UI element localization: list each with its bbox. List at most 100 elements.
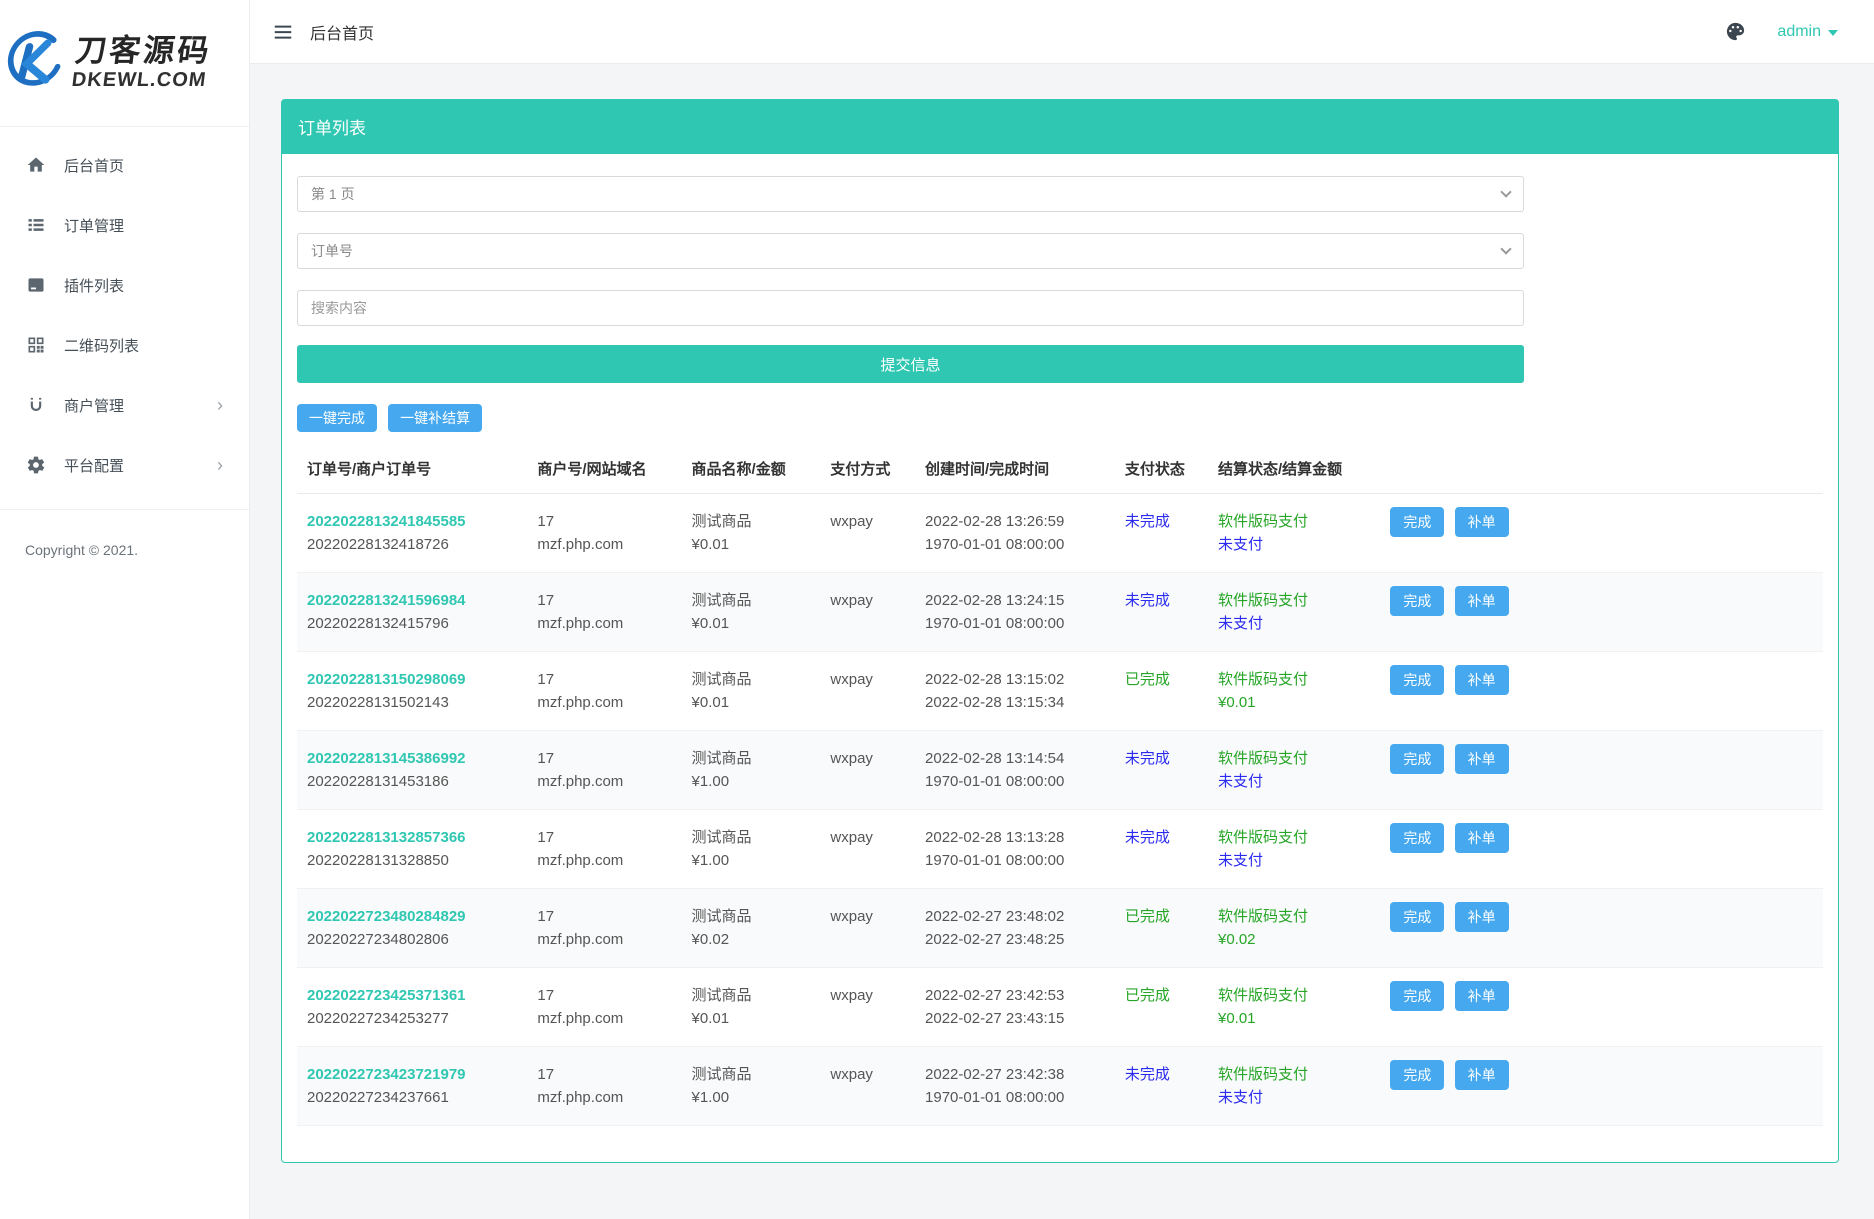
- bulk-complete-button[interactable]: 一键完成: [297, 404, 377, 432]
- pay-type: wxpay: [830, 510, 905, 533]
- sidebar-item-qrcode[interactable]: 二维码列表 ›: [0, 315, 249, 375]
- caret-down-icon: [1828, 30, 1838, 36]
- sidebar-item-label: 插件列表: [64, 275, 124, 296]
- sidebar-item-gear[interactable]: 平台配置 ›: [0, 435, 249, 495]
- merchant-id: 17: [537, 1063, 671, 1086]
- brand-subtitle: DKEWL.COM: [70, 68, 209, 92]
- order-number-link[interactable]: 2022022723423721979: [307, 1063, 466, 1086]
- settle-value: 未支付: [1218, 533, 1370, 556]
- site-domain: mzf.php.com: [537, 533, 671, 556]
- order-number-link[interactable]: 2022022813145386992: [307, 747, 466, 770]
- col-pay-status: 支付状态: [1115, 444, 1208, 494]
- product-amount: ¥0.02: [692, 928, 811, 951]
- resend-button[interactable]: 补单: [1455, 823, 1509, 853]
- pay-status: 已完成: [1125, 984, 1198, 1007]
- submit-button[interactable]: 提交信息: [297, 345, 1524, 383]
- merchant-id: 17: [537, 747, 671, 770]
- product-amount: ¥1.00: [692, 770, 811, 793]
- order-number-link[interactable]: 2022022813241596984: [307, 589, 466, 612]
- search-field-select[interactable]: 订单号: [297, 233, 1524, 269]
- product-name: 测试商品: [692, 905, 811, 928]
- order-number-link[interactable]: 2022022723480284829: [307, 905, 466, 928]
- order-number-link[interactable]: 2022022813150298069: [307, 668, 466, 691]
- bulk-resettle-button[interactable]: 一键补结算: [388, 404, 482, 432]
- orders-table: 订单号/商户订单号 商户号/网站域名 商品名称/金额 支付方式 创建时间/完成时…: [297, 444, 1823, 1126]
- product-amount: ¥0.01: [692, 691, 811, 714]
- created-time: 2022-02-27 23:42:53: [925, 984, 1105, 1007]
- col-product: 商品名称/金额: [682, 444, 821, 494]
- page-select[interactable]: 第 1 页: [297, 176, 1524, 212]
- merchant-order-number: 20220228131328850: [307, 849, 517, 872]
- created-time: 2022-02-28 13:15:02: [925, 668, 1105, 691]
- complete-button[interactable]: 完成: [1390, 507, 1444, 537]
- sidebar-item-order-list[interactable]: 订单管理 ›: [0, 195, 249, 255]
- created-time: 2022-02-28 13:26:59: [925, 510, 1105, 533]
- order-number-link[interactable]: 2022022723425371361: [307, 984, 466, 1007]
- sidebar-item-home[interactable]: 后台首页 ›: [0, 135, 249, 195]
- settle-method: 软件版码支付: [1218, 984, 1370, 1007]
- col-merchant: 商户号/网站域名: [527, 444, 681, 494]
- hamburger-icon[interactable]: [272, 21, 294, 43]
- merchant-order-number: 20220228132418726: [307, 533, 517, 556]
- created-time: 2022-02-27 23:42:38: [925, 1063, 1105, 1086]
- user-menu[interactable]: admin: [1777, 23, 1838, 41]
- complete-button[interactable]: 完成: [1390, 823, 1444, 853]
- username: admin: [1777, 23, 1821, 41]
- field-select-wrap: 订单号: [297, 233, 1524, 269]
- site-domain: mzf.php.com: [537, 770, 671, 793]
- settle-method: 软件版码支付: [1218, 826, 1370, 849]
- copyright-text: Copyright © 2021.: [0, 542, 249, 558]
- resend-button[interactable]: 补单: [1455, 744, 1509, 774]
- created-time: 2022-02-28 13:13:28: [925, 826, 1105, 849]
- resend-button[interactable]: 补单: [1455, 507, 1509, 537]
- gear-icon: [26, 455, 46, 475]
- merchant-order-number: 20220228131453186: [307, 770, 517, 793]
- merchant-id: 17: [537, 510, 671, 533]
- created-time: 2022-02-28 13:24:15: [925, 589, 1105, 612]
- settle-value: 未支付: [1218, 612, 1370, 635]
- order-number-link[interactable]: 2022022813132857366: [307, 826, 466, 849]
- table-row: 2022022813241845585 20220228132418726 17…: [297, 494, 1823, 573]
- resend-button[interactable]: 补单: [1455, 902, 1509, 932]
- completed-time: 2022-02-28 13:15:34: [925, 691, 1105, 714]
- bulk-actions: 一键完成 一键补结算: [297, 404, 1823, 432]
- table-row: 2022022723425371361 20220227234253277 17…: [297, 968, 1823, 1047]
- completed-time: 2022-02-27 23:43:15: [925, 1007, 1105, 1030]
- complete-button[interactable]: 完成: [1390, 744, 1444, 774]
- qrcode-icon: [26, 335, 46, 355]
- col-settle: 结算状态/结算金额: [1208, 444, 1380, 494]
- product-name: 测试商品: [692, 589, 811, 612]
- panel-title: 订单列表: [281, 99, 1839, 154]
- settle-method: 软件版码支付: [1218, 589, 1370, 612]
- logo: 刀客源码 DKEWL.COM: [0, 0, 249, 127]
- plugin-icon: [26, 275, 46, 295]
- palette-icon[interactable]: [1724, 20, 1747, 43]
- product-amount: ¥0.01: [692, 612, 811, 635]
- orders-table-body: 2022022813241845585 20220228132418726 17…: [297, 494, 1823, 1126]
- table-row: 2022022813132857366 20220228131328850 17…: [297, 810, 1823, 889]
- page-title: 后台首页: [310, 20, 374, 44]
- col-actions: [1380, 444, 1823, 494]
- pay-type: wxpay: [830, 826, 905, 849]
- order-number-link[interactable]: 2022022813241845585: [307, 510, 466, 533]
- resend-button[interactable]: 补单: [1455, 1060, 1509, 1090]
- table-row: 2022022723423721979 20220227234237661 17…: [297, 1047, 1823, 1126]
- complete-button[interactable]: 完成: [1390, 586, 1444, 616]
- complete-button[interactable]: 完成: [1390, 902, 1444, 932]
- sidebar-item-merchant[interactable]: 商户管理 ›: [0, 375, 249, 435]
- resend-button[interactable]: 补单: [1455, 586, 1509, 616]
- home-icon: [26, 155, 46, 175]
- chevron-right-icon: ›: [217, 456, 223, 474]
- settle-value: 未支付: [1218, 770, 1370, 793]
- settle-method: 软件版码支付: [1218, 747, 1370, 770]
- sidebar-item-plugin[interactable]: 插件列表 ›: [0, 255, 249, 315]
- sidebar-item-label: 平台配置: [64, 455, 124, 476]
- resend-button[interactable]: 补单: [1455, 665, 1509, 695]
- search-input[interactable]: [297, 290, 1524, 326]
- complete-button[interactable]: 完成: [1390, 665, 1444, 695]
- complete-button[interactable]: 完成: [1390, 1060, 1444, 1090]
- col-order-number: 订单号/商户订单号: [297, 444, 527, 494]
- product-name: 测试商品: [692, 826, 811, 849]
- complete-button[interactable]: 完成: [1390, 981, 1444, 1011]
- resend-button[interactable]: 补单: [1455, 981, 1509, 1011]
